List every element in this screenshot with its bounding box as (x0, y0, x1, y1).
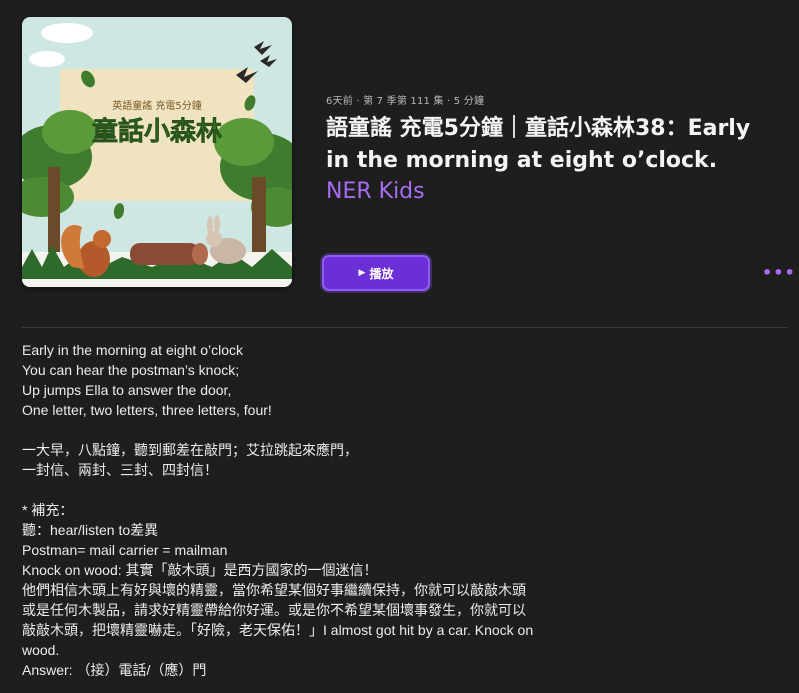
notes-line: Up jumps Ella to answer the door, (22, 382, 232, 398)
notes-line: Answer: （接）電話/（應）門 (22, 662, 207, 678)
notes-line: wood. (22, 642, 60, 658)
notes-line (22, 480, 582, 500)
artwork-title: 童話小森林 (92, 116, 222, 147)
play-icon: ▶ (358, 268, 366, 278)
episode-page: 英語童謠 充電5分鐘 童話小森林 6天前 · 第 7 季第 111 集 · 5 … (0, 0, 799, 693)
notes-line: 一封信、兩封、三封、四封信！ (22, 462, 218, 478)
notes-line (22, 420, 582, 440)
notes-line: 或是任何木製品，請求好精靈帶給你好運。或是你不希望某個壞事發生，你就可以 (22, 602, 526, 618)
notes-line: You can hear the postman’s knock; (22, 362, 240, 378)
notes-line: * 補充： (22, 502, 74, 518)
episode-meta-info: 6天前 · 第 7 季第 111 集 · 5 分鐘 (326, 96, 485, 107)
notes-line: Postman= mail carrier = mailman (22, 542, 228, 558)
notes-line: 敲敲木頭，把壞精靈嚇走。「好險，老天保佑！」I almost got hit b… (22, 622, 534, 638)
show-name-link[interactable]: NER Kids (326, 177, 425, 207)
episode-notes: Early in the morning at eight o’clock You… (22, 340, 582, 680)
notes-line: 聽：hear/listen to差異 (22, 522, 159, 538)
notes-line: 他們相信木頭上有好與壞的精靈，當你希望某個好事繼續保持，你就可以敲敲木頭 (22, 582, 526, 598)
play-button[interactable]: ▶ 播放 (322, 255, 430, 291)
episode-title-line-2: in the morning at eight o’clock. (326, 148, 718, 173)
episode-title-line-1: 語童謠 充電5分鐘｜童話小森林38：Early (326, 116, 751, 141)
episode-header: 6天前 · 第 7 季第 111 集 · 5 分鐘 語童謠 充電5分鐘｜童話小森… (326, 92, 788, 207)
more-options-icon[interactable]: ••• (762, 264, 795, 282)
play-button-label: 播放 (369, 266, 394, 281)
notes-line: Knock on wood: 其實「敲木頭」是西方國家的一個迷信！ (22, 562, 378, 578)
episode-title: 語童謠 充電5分鐘｜童話小森林38：Early in the morning a… (326, 113, 788, 177)
divider (22, 327, 788, 328)
artwork-subtitle: 英語童謠 充電5分鐘 (112, 99, 202, 112)
podcast-artwork: 英語童謠 充電5分鐘 童話小森林 (22, 17, 292, 287)
notes-line: One letter, two letters, three letters, … (22, 402, 272, 418)
notes-line: 一大早，八點鐘，聽到郵差在敲門；艾拉跳起來應門， (22, 442, 358, 458)
notes-line: Early in the morning at eight o’clock (22, 342, 243, 358)
artwork-illustration: 英語童謠 充電5分鐘 童話小森林 (22, 17, 292, 287)
